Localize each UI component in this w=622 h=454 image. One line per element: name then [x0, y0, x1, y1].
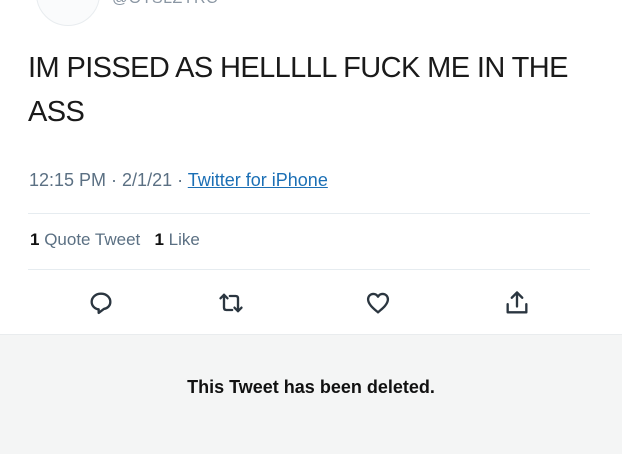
meta-separator: ·: [106, 170, 123, 190]
likes-count: 1: [154, 230, 164, 249]
tweet-stats: 1 Quote Tweet 1 Like: [30, 230, 200, 250]
likes-stat[interactable]: 1 Like: [154, 230, 199, 249]
quote-tweets-label: Quote Tweet: [44, 230, 141, 249]
reply-button[interactable]: [81, 283, 121, 323]
meta-separator: ·: [172, 170, 188, 190]
like-button[interactable]: [358, 283, 398, 323]
divider: [28, 213, 590, 214]
tweet-text: IM PISSED AS HELLLLL FUCK ME IN THE ASS: [28, 52, 568, 128]
quote-tweets-count: 1: [30, 230, 40, 249]
retweet-button[interactable]: [211, 283, 251, 323]
heart-icon: [366, 292, 390, 314]
deleted-notice-text: This Tweet has been deleted.: [187, 377, 435, 397]
likes-label: Like: [168, 230, 200, 249]
quote-tweets-stat[interactable]: 1 Quote Tweet: [30, 230, 140, 249]
reply-icon: [90, 292, 112, 315]
tweet-date: 2/1/21: [122, 170, 173, 190]
action-bar: [0, 283, 622, 323]
avatar[interactable]: [36, 0, 100, 26]
share-button[interactable]: [497, 283, 537, 323]
tweet-source-link[interactable]: Twitter for iPhone: [188, 170, 328, 190]
share-icon: [506, 291, 528, 314]
tweet-meta: 12:15 PM · 2/1/21 · Twitter for iPhone: [29, 170, 328, 191]
retweet-icon: [219, 293, 243, 313]
divider: [28, 269, 590, 270]
tweet-time: 12:15 PM: [29, 170, 107, 190]
user-handle[interactable]: @OTSLZYRC: [112, 0, 218, 8]
deleted-notice-panel: This Tweet has been deleted.: [0, 334, 622, 454]
